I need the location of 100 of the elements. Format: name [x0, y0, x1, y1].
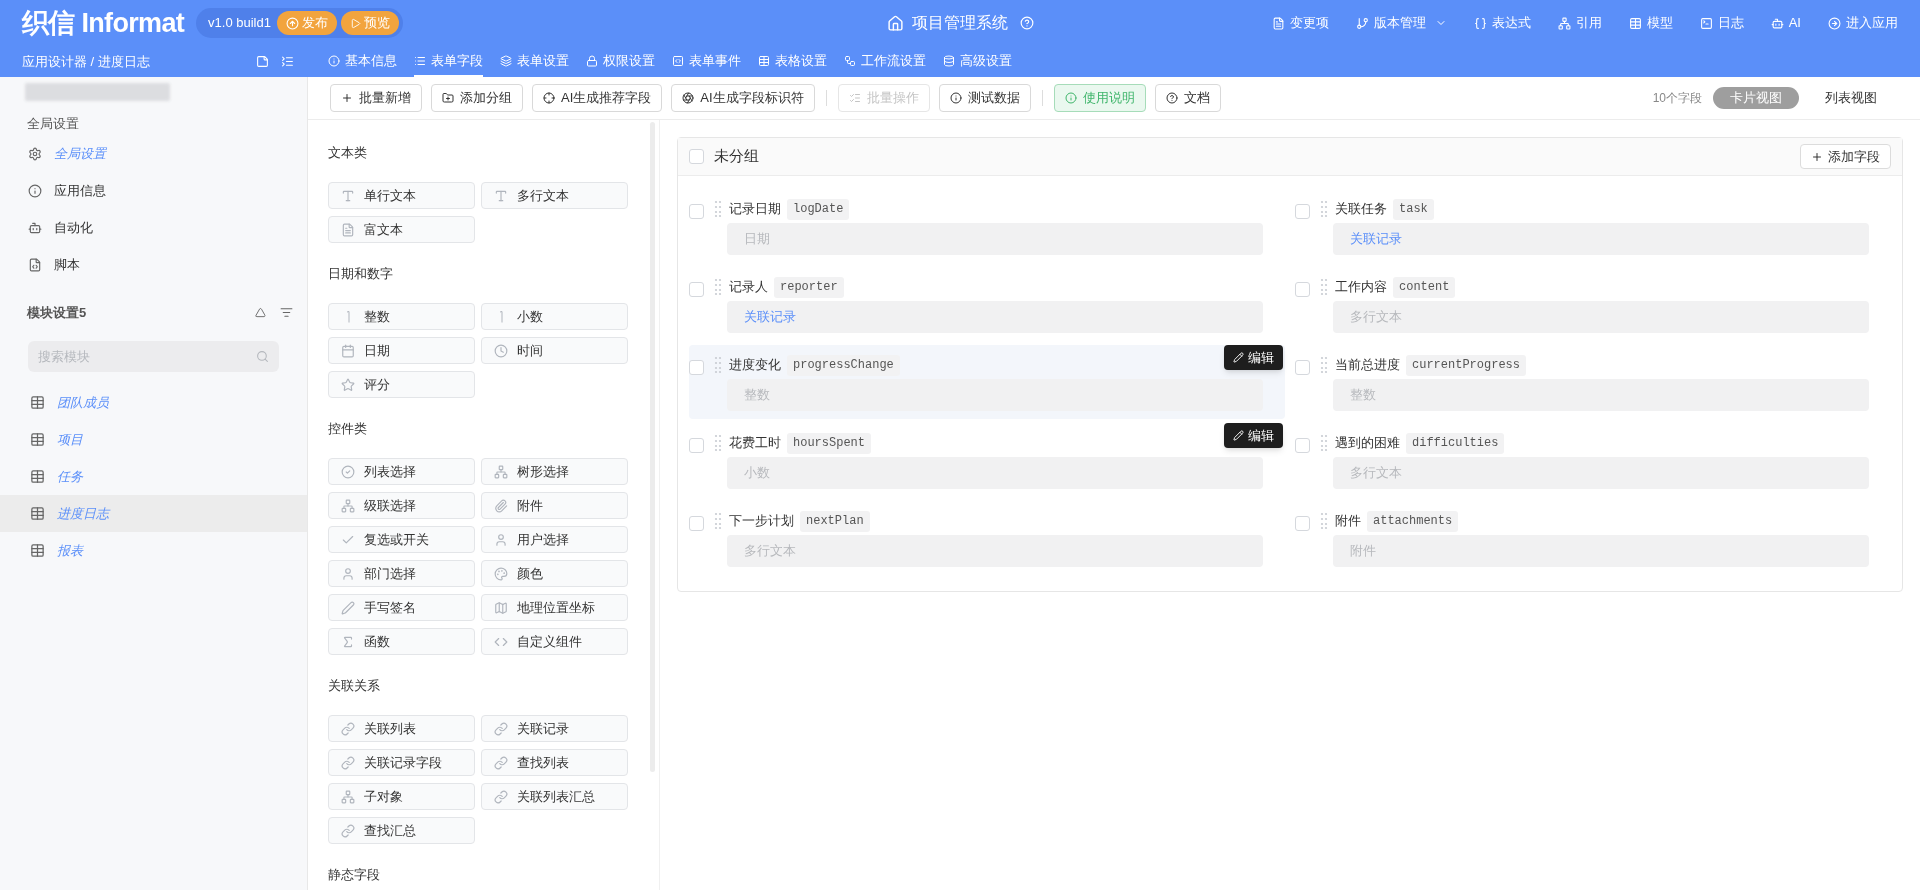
- tree-icon: [494, 464, 508, 479]
- toolbar-button[interactable]: AI生成推荐字段: [532, 84, 663, 112]
- edit-button[interactable]: 编辑: [1224, 345, 1283, 370]
- field-type-button[interactable]: 关联列表: [328, 715, 475, 742]
- link-icon: [341, 823, 355, 838]
- help-icon[interactable]: [1019, 16, 1034, 30]
- drag-handle-icon[interactable]: [714, 200, 722, 218]
- field-row[interactable]: 进度变化 progressChange 整数 编辑: [689, 345, 1285, 419]
- field-type-button[interactable]: 整数: [328, 303, 475, 330]
- table-icon: [30, 506, 45, 521]
- field-type-button[interactable]: 关联记录字段: [328, 749, 475, 776]
- field-type-button[interactable]: 附件: [481, 492, 628, 519]
- settings-icon: [28, 146, 42, 161]
- checkbox[interactable]: [689, 282, 704, 297]
- field-type-button[interactable]: 小数: [481, 303, 628, 330]
- drag-handle-icon[interactable]: [714, 512, 722, 530]
- link-icon: [494, 721, 508, 736]
- field-code-tag: reporter: [774, 276, 844, 298]
- checkbox[interactable]: [689, 149, 704, 164]
- script-icon: [28, 257, 42, 272]
- pen-icon: [341, 600, 355, 615]
- field-type-button[interactable]: 富文本: [328, 216, 475, 243]
- field-type-button[interactable]: 自定义组件: [481, 628, 628, 655]
- robot-icon: [1770, 16, 1784, 30]
- drag-handle-icon[interactable]: [714, 434, 722, 452]
- field-type-button[interactable]: 查找列表: [481, 749, 628, 776]
- collapse-icon[interactable]: [281, 55, 294, 68]
- code-icon: [672, 54, 684, 67]
- checkbox[interactable]: [1295, 516, 1310, 531]
- drag-handle-icon[interactable]: [1320, 356, 1328, 374]
- field-code-tag: content: [1393, 276, 1456, 298]
- field-label: 遇到的困难: [1334, 434, 1400, 453]
- toolbar-button[interactable]: 文档: [1154, 84, 1221, 112]
- checkbox[interactable]: [689, 360, 704, 375]
- field-type-button[interactable]: 手写签名: [328, 594, 475, 621]
- toolbar-button[interactable]: 批量新增: [330, 84, 422, 112]
- field-type-button[interactable]: 级联选择: [328, 492, 475, 519]
- home-icon[interactable]: [886, 14, 904, 32]
- clock-icon: [494, 343, 508, 358]
- check-circle-icon: [341, 464, 355, 479]
- note-icon[interactable]: [256, 55, 269, 68]
- field-type-button[interactable]: 颜色: [481, 560, 628, 587]
- app-title: 项目管理系统: [911, 13, 1008, 33]
- field-preview-value: 小数: [744, 464, 770, 483]
- field-type-button[interactable]: 树形选择: [481, 458, 628, 485]
- sidebar-item[interactable]: 自动化: [0, 217, 307, 238]
- drag-handle-icon[interactable]: [1320, 434, 1328, 452]
- field-label: 附件: [1334, 512, 1361, 531]
- palette-section-title: 关联关系: [328, 677, 381, 695]
- palette-section-title: 文本类: [328, 144, 368, 162]
- checkbox[interactable]: [1295, 204, 1310, 219]
- field-type-button[interactable]: 部门选择: [328, 560, 475, 587]
- layers-icon: [500, 54, 512, 67]
- field-preview-value: 关联记录: [1350, 230, 1402, 249]
- field-type-button[interactable]: 列表选择: [328, 458, 475, 485]
- checkbox[interactable]: [1295, 360, 1310, 375]
- field-type-button[interactable]: 地理位置坐标: [481, 594, 628, 621]
- drag-handle-icon[interactable]: [1320, 512, 1328, 530]
- table-icon: [30, 543, 45, 558]
- field-type-button[interactable]: 关联记录: [481, 715, 628, 742]
- toolbar-button[interactable]: 测试数据: [938, 84, 1031, 112]
- lock-icon: [586, 54, 598, 67]
- list-icon: [414, 54, 426, 67]
- checkbox[interactable]: [1295, 282, 1310, 297]
- field-type-button[interactable]: 子对象: [328, 783, 475, 810]
- field-code-tag: nextPlan: [800, 510, 870, 532]
- checkbox[interactable]: [689, 438, 704, 453]
- add-field-button[interactable]: 添加字段: [1800, 144, 1891, 169]
- field-type-button[interactable]: 评分: [328, 371, 475, 398]
- field-type-button[interactable]: 查找汇总: [328, 817, 475, 844]
- drag-handle-icon[interactable]: [714, 278, 722, 296]
- view-toggle[interactable]: 列表视图: [1808, 87, 1894, 109]
- toolbar-button[interactable]: AI生成字段标识符: [671, 84, 815, 112]
- robot-icon: [28, 220, 42, 235]
- drag-handle-icon[interactable]: [1320, 278, 1328, 296]
- field-type-button[interactable]: 函数: [328, 628, 475, 655]
- info-icon: [28, 183, 42, 198]
- field-type-button[interactable]: 日期: [328, 337, 475, 364]
- table-icon: [30, 395, 45, 410]
- field-type-button[interactable]: 单行文本: [328, 182, 475, 209]
- field-type-button[interactable]: 时间: [481, 337, 628, 364]
- field-type-button[interactable]: 关联列表汇总: [481, 783, 628, 810]
- checkbox[interactable]: [689, 516, 704, 531]
- checkbox[interactable]: [689, 204, 704, 219]
- field-type-button[interactable]: 用户选择: [481, 526, 628, 553]
- drag-handle-icon[interactable]: [714, 356, 722, 374]
- help-icon: [1165, 92, 1178, 104]
- collapse-triangle-icon[interactable]: [255, 306, 266, 318]
- field-type-button[interactable]: 复选或开关: [328, 526, 475, 553]
- sort-icon[interactable]: [280, 305, 293, 319]
- sidebar-item[interactable]: 应用信息: [0, 180, 307, 201]
- field-type-button[interactable]: 多行文本: [481, 182, 628, 209]
- edit-button[interactable]: 编辑: [1224, 423, 1283, 448]
- checkbox[interactable]: [1295, 438, 1310, 453]
- terminal-icon: [1699, 16, 1713, 30]
- field-label: 记录日期: [728, 200, 781, 219]
- toolbar-button[interactable]: 添加分组: [431, 84, 523, 112]
- sidebar-item[interactable]: 脚本: [0, 254, 307, 275]
- drag-handle-icon[interactable]: [1320, 200, 1328, 218]
- link-icon: [494, 789, 508, 804]
